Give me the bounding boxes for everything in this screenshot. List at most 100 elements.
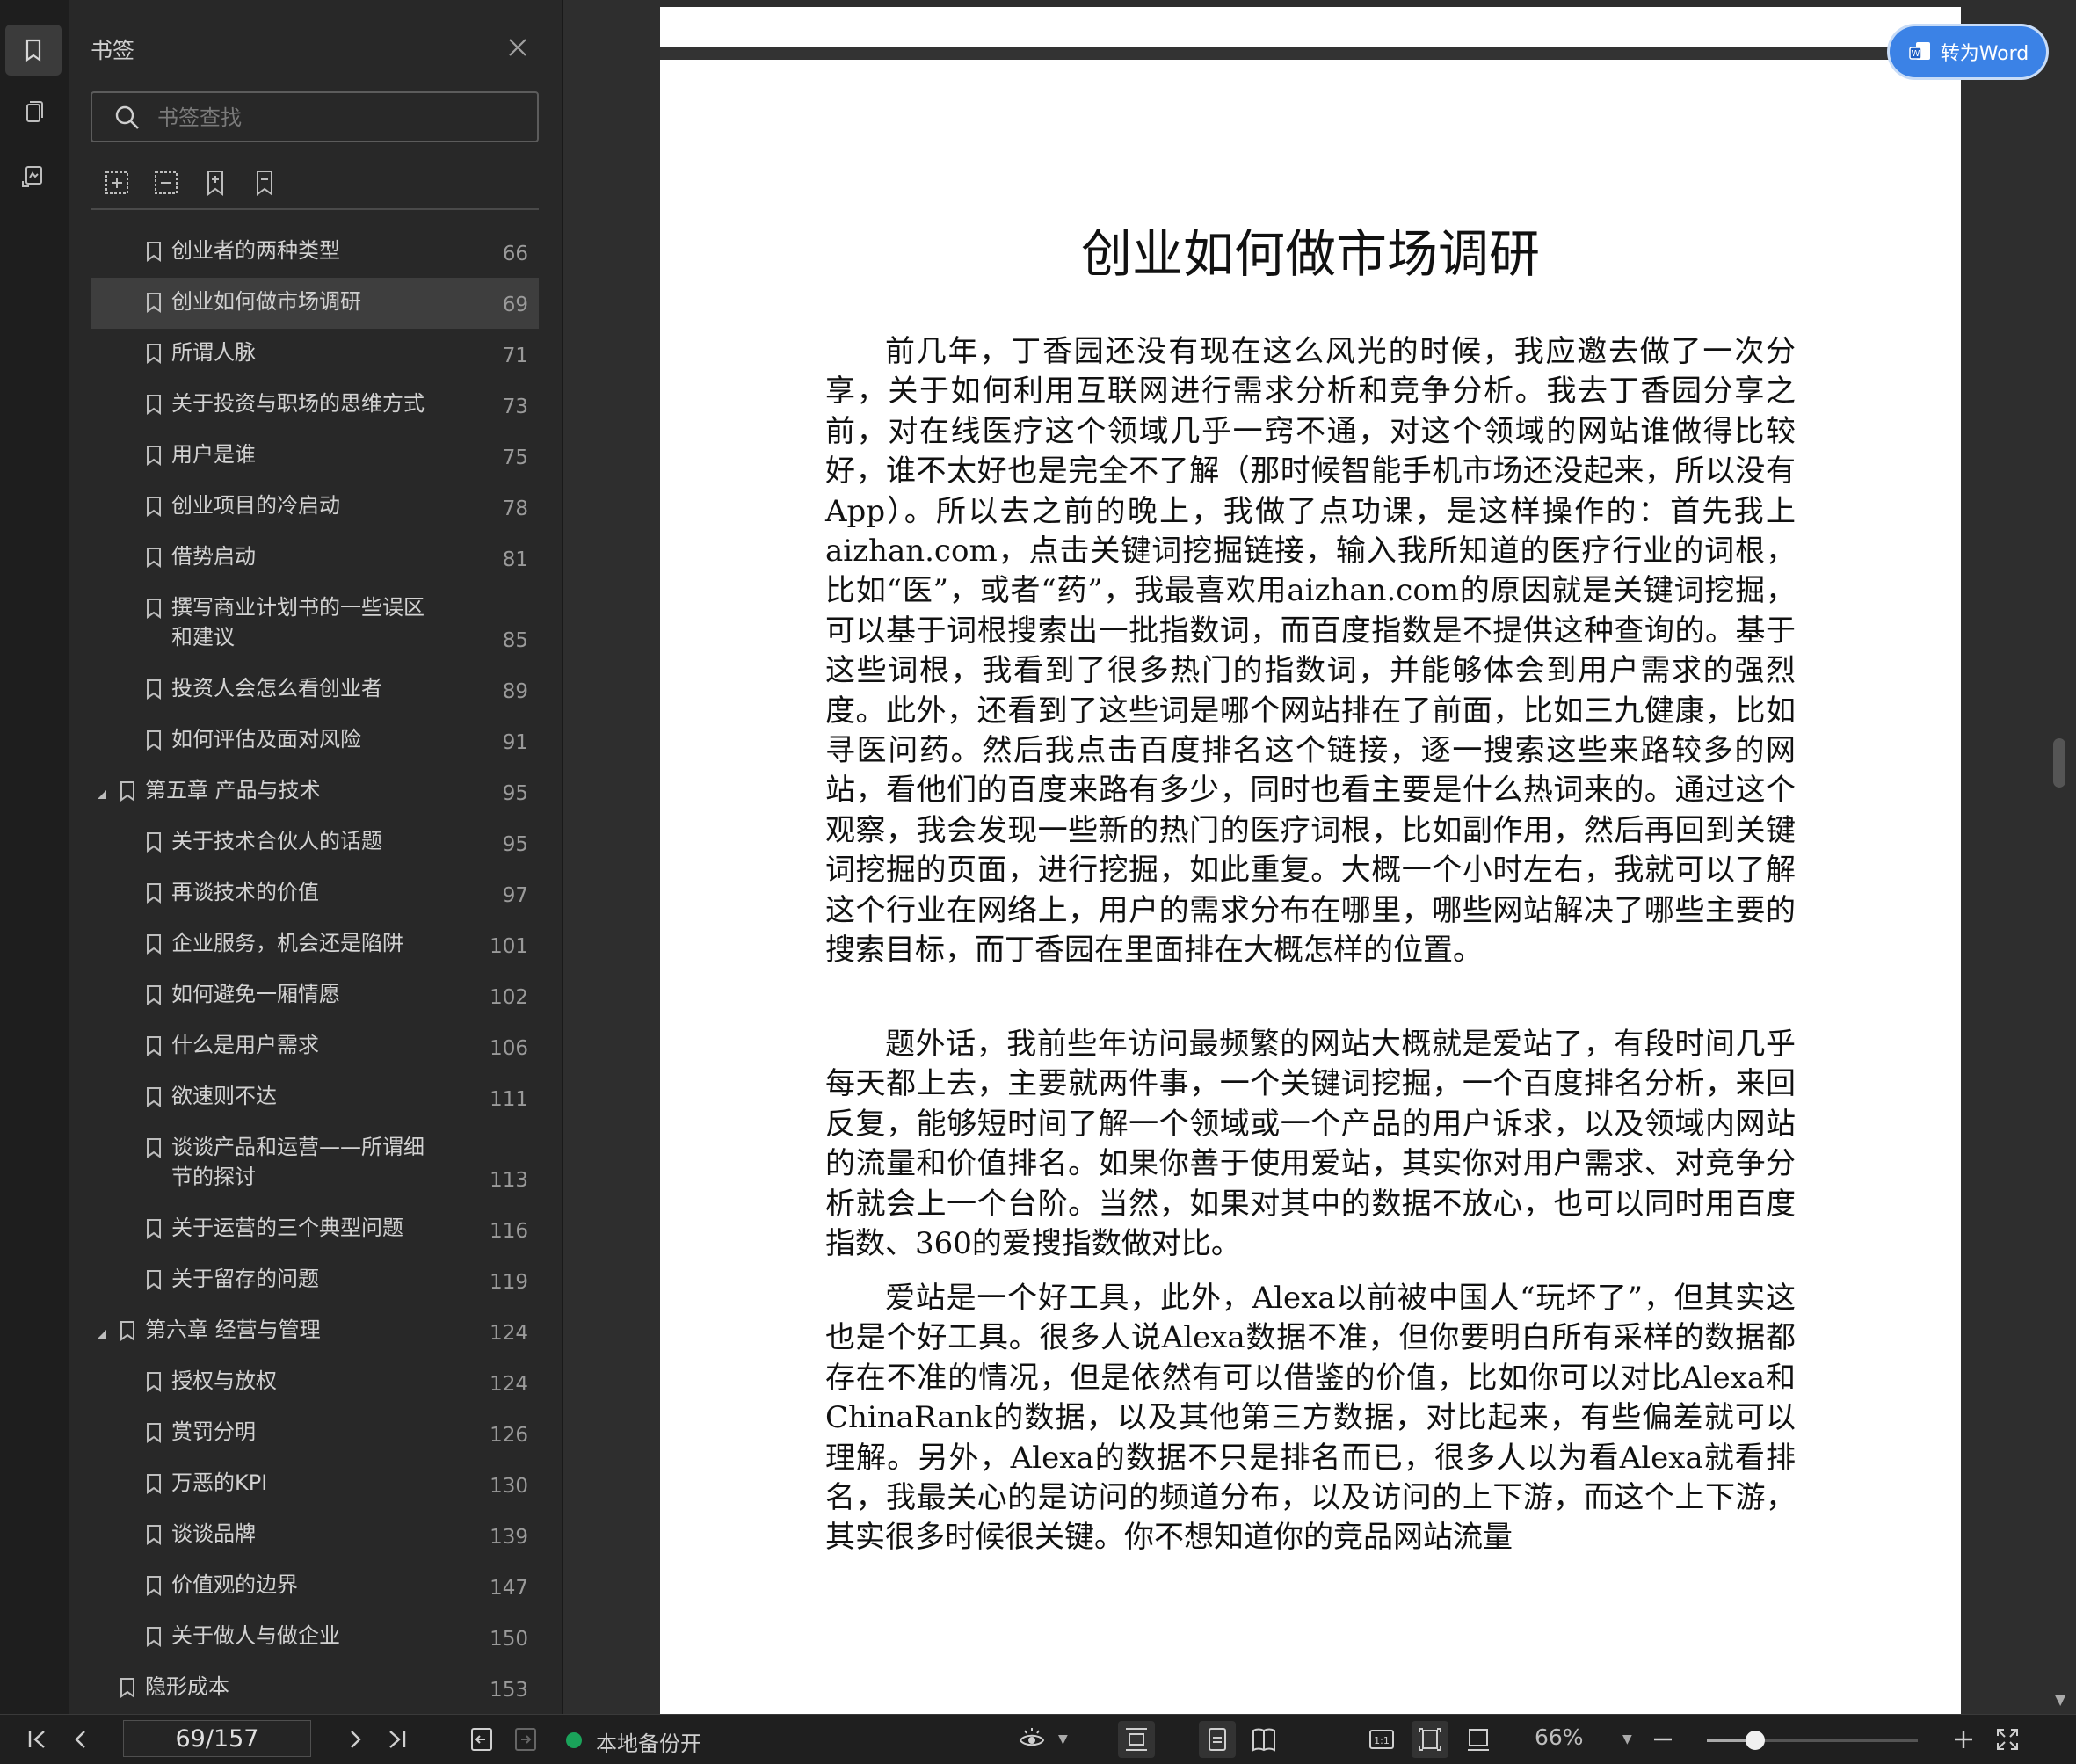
- bookmark-item[interactable]: 企业服务，机会还是陷阱 101: [91, 919, 539, 970]
- back-button[interactable]: [468, 1725, 496, 1753]
- backup-status-label[interactable]: 本地备份开: [596, 1726, 701, 1757]
- bookmark-item[interactable]: 关于投资与职场的思维方式 73: [91, 380, 539, 431]
- bookmark-icon: [145, 730, 163, 751]
- actual-size-button[interactable]: 1:1: [1368, 1725, 1396, 1753]
- bookmark-item[interactable]: 如何评估及面对风险 91: [91, 715, 539, 766]
- fullscreen-button[interactable]: [1993, 1725, 2022, 1753]
- bookmark-page-number: 71: [502, 345, 528, 367]
- bookmark-icon: [145, 1218, 163, 1239]
- zoom-level[interactable]: 66%: [1535, 1724, 1584, 1750]
- bookmark-item[interactable]: 赏罚分明 126: [91, 1408, 539, 1459]
- add-bookmark-button[interactable]: [200, 167, 231, 199]
- bookmark-item[interactable]: 什么是用户需求 106: [91, 1021, 539, 1072]
- bookmark-item[interactable]: 借势启动 81: [91, 533, 539, 584]
- expand-triangle-icon[interactable]: [96, 1327, 108, 1339]
- scroll-down-arrow-icon[interactable]: ▼: [2055, 1691, 2065, 1708]
- double-page-icon: [1252, 1728, 1275, 1752]
- thumbnail-panel-button[interactable]: [5, 88, 62, 139]
- single-page-continuous-button[interactable]: [1118, 1721, 1155, 1758]
- bookmark-item[interactable]: 授权与放权 124: [91, 1357, 539, 1408]
- bookmark-item[interactable]: 关于做人与做企业 150: [91, 1612, 539, 1663]
- previous-page-button[interactable]: [67, 1725, 95, 1753]
- document-paragraph: 前几年，丁香园还没有现在这么风光的时候，我应邀去做了一次分享，关于如何利用互联网…: [825, 334, 1796, 969]
- zoom-slider[interactable]: [1707, 1731, 1918, 1750]
- bookmark-icon: [145, 241, 163, 262]
- document-paragraph: 爱站是一个好工具，此外，Alexa以前被中国人“玩坏了”，但其实这也是个好工具。…: [825, 1281, 1796, 1556]
- bookmark-page-number: 91: [502, 731, 528, 754]
- word-convert-icon: W: [1908, 42, 1930, 60]
- eye-protection-button[interactable]: [1018, 1725, 1062, 1753]
- single-page-button[interactable]: [1199, 1721, 1236, 1758]
- bookmark-item[interactable]: 谈谈品牌 139: [91, 1510, 539, 1561]
- actual-size-icon: 1:1: [1369, 1730, 1394, 1749]
- bookmark-icon: [145, 1422, 163, 1443]
- zoom-in-button[interactable]: [1949, 1725, 1978, 1753]
- bookmark-label: 所谓人脉: [171, 340, 256, 365]
- bookmark-item[interactable]: 创业项目的冷启动 78: [91, 482, 539, 533]
- last-page-button[interactable]: [383, 1725, 411, 1753]
- bookmark-item[interactable]: 第六章 经营与管理 124: [91, 1306, 539, 1357]
- bookmark-item[interactable]: 关于运营的三个典型问题 116: [91, 1204, 539, 1255]
- zoom-out-button[interactable]: [1649, 1725, 1677, 1753]
- first-page-button[interactable]: [23, 1725, 51, 1753]
- expand-all-button[interactable]: [101, 167, 133, 199]
- double-page-button[interactable]: [1250, 1725, 1278, 1753]
- bookmark-page-number: 119: [490, 1271, 528, 1294]
- svg-text:W: W: [1911, 49, 1920, 59]
- minus-icon: [1654, 1738, 1672, 1741]
- bookmark-item[interactable]: 第五章 产品与技术 95: [91, 766, 539, 817]
- eye-options-dropdown-icon[interactable]: ▼: [1058, 1732, 1068, 1760]
- eye-icon: [1019, 1728, 1045, 1746]
- document-scrollbar-thumb[interactable]: [2053, 738, 2065, 788]
- bookmark-search-input[interactable]: [156, 100, 528, 135]
- convert-to-word-button[interactable]: W 转为Word: [1890, 26, 2046, 77]
- bookmark-icon: [119, 1320, 136, 1341]
- bookmark-item[interactable]: 价值观的边界 147: [91, 1561, 539, 1612]
- bookmark-icon: [145, 547, 163, 568]
- bookmark-page-number: 81: [502, 548, 528, 571]
- bookmark-page-number: 78: [502, 497, 528, 520]
- bookmark-item[interactable]: 再谈技术的价值 97: [91, 868, 539, 919]
- bookmark-item[interactable]: 欲速则不达 111: [91, 1072, 539, 1123]
- bookmark-icon: [145, 1035, 163, 1056]
- bookmark-item[interactable]: 万恶的KPI 130: [91, 1459, 539, 1510]
- collapse-all-button[interactable]: [150, 167, 182, 199]
- zoom-slider-handle[interactable]: [1746, 1731, 1766, 1750]
- bookmark-item[interactable]: 所谓人脉 71: [91, 329, 539, 380]
- document-page: 创业如何做市场调研 前几年，丁香园还没有现在这么风光的时候，我应邀去做了一次分享…: [660, 7, 1961, 1714]
- bookmark-item[interactable]: 创业如何做市场调研 69: [91, 278, 539, 329]
- bookmark-icon: [145, 1626, 163, 1647]
- bookmark-label: 什么是用户需求: [171, 1033, 319, 1057]
- bookmark-label: 企业服务，机会还是陷阱: [171, 931, 403, 955]
- bookmark-label: 关于技术合伙人的话题: [171, 829, 382, 853]
- bookmark-item[interactable]: 关于留存的问题 119: [91, 1255, 539, 1306]
- expand-triangle-icon[interactable]: [96, 788, 108, 800]
- next-page-button[interactable]: [341, 1725, 369, 1753]
- bookmark-item[interactable]: 投资人会怎么看创业者 89: [91, 664, 539, 715]
- fullscreen-icon: [1997, 1729, 2018, 1750]
- forward-button[interactable]: [512, 1725, 540, 1753]
- page-number-input[interactable]: 69/157: [123, 1720, 311, 1757]
- bookmark-label: 价值观的边界: [171, 1572, 298, 1597]
- bookmark-item[interactable]: 关于技术合伙人的话题 95: [91, 817, 539, 868]
- bookmark-icon: [145, 292, 163, 313]
- bookmark-icon: [145, 394, 163, 415]
- bookmark-page-number: 124: [490, 1373, 528, 1396]
- panel-close-button[interactable]: [504, 33, 532, 62]
- bookmark-panel-button[interactable]: [5, 25, 62, 76]
- bookmark-item[interactable]: 隐形成本 153: [91, 1663, 539, 1714]
- status-bar: 69/157 本地备份开 ▼ 1:1 66% ▼: [0, 1714, 2076, 1764]
- add-bookmark-icon: [207, 171, 223, 196]
- bookmark-item[interactable]: 谈谈产品和运营——所谓细节的探讨 113: [91, 1123, 539, 1204]
- fit-page-button[interactable]: [1412, 1721, 1448, 1758]
- annotation-panel-button[interactable]: [5, 151, 62, 202]
- bookmark-label: 第五章 产品与技术: [145, 778, 321, 802]
- bookmark-item[interactable]: 创业者的两种类型 66: [91, 227, 539, 278]
- bookmark-item[interactable]: 撰写商业计划书的一些误区和建议 85: [91, 584, 539, 664]
- bookmark-item[interactable]: 如何避免一厢情愿 102: [91, 970, 539, 1021]
- bookmark-label: 谈谈品牌: [171, 1521, 256, 1546]
- remove-bookmark-button[interactable]: [249, 167, 280, 199]
- bookmark-item[interactable]: 用户是谁 75: [91, 431, 539, 482]
- fit-width-button[interactable]: [1464, 1725, 1492, 1753]
- zoom-dropdown-icon[interactable]: ▼: [1622, 1732, 1632, 1760]
